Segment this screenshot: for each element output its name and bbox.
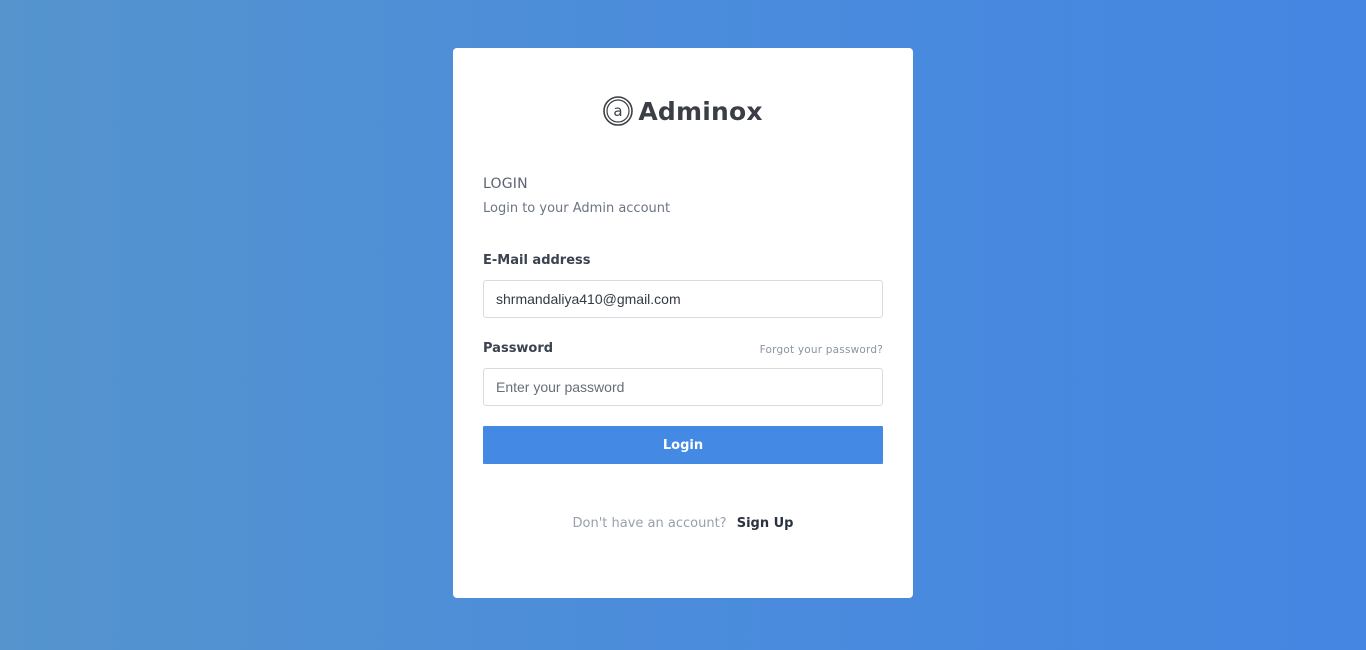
logo-letter: a — [614, 102, 623, 120]
signup-prompt: Don't have an account? — [572, 516, 727, 531]
login-card: a Adminox LOGIN Login to your Admin acco… — [453, 48, 913, 598]
signup-row: Don't have an account? Sign Up — [453, 516, 913, 531]
email-label: E-Mail address — [483, 253, 591, 268]
page-title: LOGIN — [483, 176, 528, 192]
brand-name: Adminox — [638, 96, 763, 126]
password-field[interactable] — [483, 368, 883, 406]
forgot-password-link[interactable]: Forgot your password? — [760, 344, 883, 356]
brand: a Adminox — [453, 95, 913, 127]
signup-link[interactable]: Sign Up — [737, 516, 794, 531]
password-label: Password — [483, 341, 554, 356]
login-button[interactable]: Login — [483, 426, 883, 464]
page-subtitle: Login to your Admin account — [483, 201, 671, 216]
circled-a-icon: a — [603, 96, 634, 126]
email-field[interactable] — [483, 280, 883, 318]
